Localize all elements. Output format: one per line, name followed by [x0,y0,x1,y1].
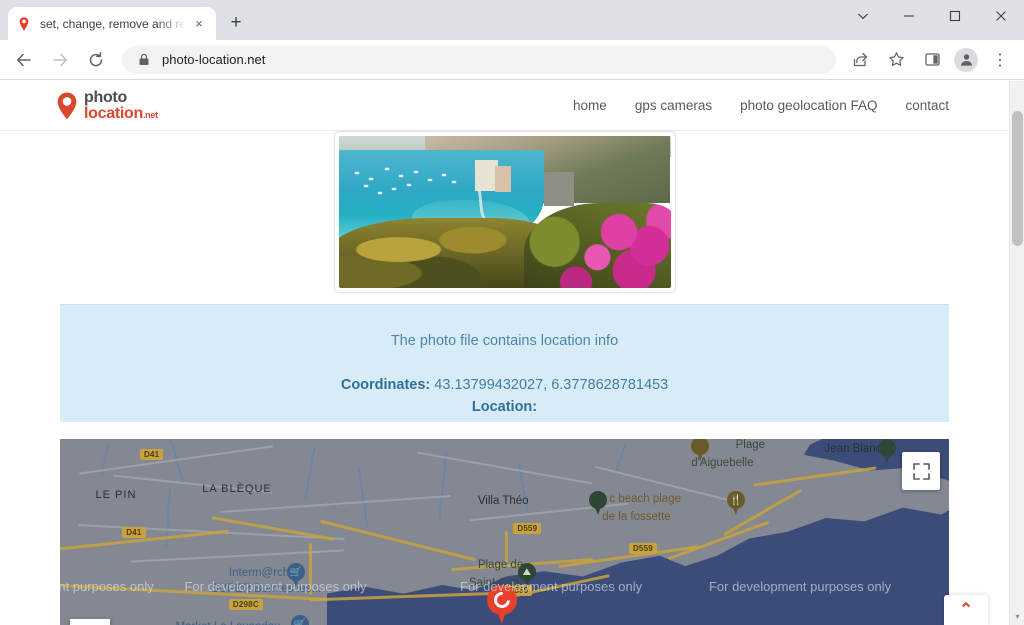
side-panel-icon[interactable] [917,45,947,75]
map-poi-marker-shop-2[interactable]: 🛒 [291,615,310,625]
logo-line-2: location.net [84,104,158,122]
map-label-intermarche: Interm@rché [228,567,296,579]
coordinates-label: Coordinates: [340,377,431,393]
photo-section [0,131,1009,293]
location-label: Location: [471,399,538,415]
lock-icon [136,52,152,68]
logo-suffix: .net [142,109,158,120]
map-pin-icon [16,16,32,32]
road-shield: D41 [140,449,164,460]
map-watermark: ent purposes only [60,579,154,594]
map-watermark: For development purposes only [460,579,643,594]
share-icon[interactable] [845,45,875,75]
back-button[interactable] [9,45,39,75]
map-label-plage-de: Plage de [477,559,524,571]
photo-boats [345,163,518,206]
uploaded-photo [338,136,671,288]
logo-pin-icon [55,91,81,121]
tab-search-chevron-icon[interactable] [840,0,886,32]
browser-menu-button[interactable]: ⋮ [985,45,1015,75]
toolbar-right: ⋮ [842,45,1018,75]
map-label-le-c-beach-2: de la fossette [602,511,671,523]
minimize-button[interactable] [886,0,932,32]
tab-close-icon[interactable]: × [190,15,208,33]
nav-item-home[interactable]: home [573,98,607,113]
maximize-button[interactable] [932,0,978,32]
map-poi-marker-3[interactable] [877,439,896,463]
map-canvas: D41 D41 D298C D559 D559 D559 LE PIN LA B… [60,439,949,625]
bookmark-star-icon[interactable] [881,45,911,75]
map-zoom-in-button[interactable]: + [70,619,110,625]
scroll-to-top-button[interactable]: ⌃ [944,595,988,625]
map-poi-marker-restaurant[interactable]: 🍴 [726,491,745,515]
map-label-plage-1: Plage [735,439,766,451]
map-watermark: For development purposes only [708,579,892,594]
tab-strip: set, change, remove and reveal p × + [0,0,1024,40]
road-shield: D298C [228,599,263,610]
logo-text: photo location.net [84,88,158,122]
location-line: Location: [60,393,949,415]
coordinates-value: 43.13799432027, 6.3778628781453 [434,377,669,393]
map-label-la-bleque: LA BLÈQUE [202,483,272,495]
browser-toolbar: photo-location.net ⋮ [0,40,1024,80]
road-shield: D559 [513,523,542,534]
scrollbar-down-arrow[interactable]: ▾ [1010,609,1024,623]
location-info-panel: The photo file contains location info Co… [60,304,949,422]
map-label-le-pin: LE PIN [95,489,137,501]
profile-icon[interactable] [954,47,978,72]
page-scrollbar[interactable]: ▾ [1009,81,1024,625]
map-watermark: For development purposes only [184,579,367,594]
window-controls [840,0,1024,40]
browser-tab[interactable]: set, change, remove and reveal p × [8,7,216,40]
new-tab-button[interactable]: + [222,9,250,37]
scrollbar-thumb[interactable] [1012,111,1023,246]
close-window-button[interactable] [978,0,1024,32]
map-label-jean-blanc: Jean Blanc [824,443,882,455]
reload-button[interactable] [81,45,111,75]
nav-item-contact[interactable]: contact [905,98,949,113]
map-label-market-le-lavandou: Market Le Lavandou [176,621,281,625]
url-text: photo-location.net [162,52,266,67]
fullscreen-icon[interactable] [902,452,940,490]
location-map[interactable]: D41 D41 D298C D559 D559 D559 LE PIN LA B… [60,439,949,625]
address-bar[interactable]: photo-location.net [122,45,836,74]
map-poi-marker[interactable] [588,491,607,515]
nav-item-photo-geolocation-faq[interactable]: photo geolocation FAQ [740,98,877,113]
road-shield: D41 [122,527,146,538]
location-status-text: The photo file contains location info [390,333,619,349]
page-viewport: photo location.net home gps cameras phot… [0,81,1009,625]
logo-line-1: photo [84,88,127,106]
tab-title: set, change, remove and reveal p [40,16,190,31]
map-poi-marker-2[interactable] [691,439,710,461]
road-shield: D559 [628,543,657,554]
site-logo[interactable]: photo location.net [55,88,158,122]
photo-frame[interactable] [333,131,676,293]
forward-button[interactable] [45,45,75,75]
site-nav: home gps cameras photo geolocation FAQ c… [573,98,949,113]
coordinates-line: Coordinates: 43.13799432027, 6.377862878… [60,349,949,393]
browser-window: set, change, remove and reveal p × + [0,0,1024,625]
nav-item-gps-cameras[interactable]: gps cameras [635,98,712,113]
map-label-villa-theo: Villa Théo [477,495,529,507]
site-header: photo location.net home gps cameras phot… [0,81,1009,131]
